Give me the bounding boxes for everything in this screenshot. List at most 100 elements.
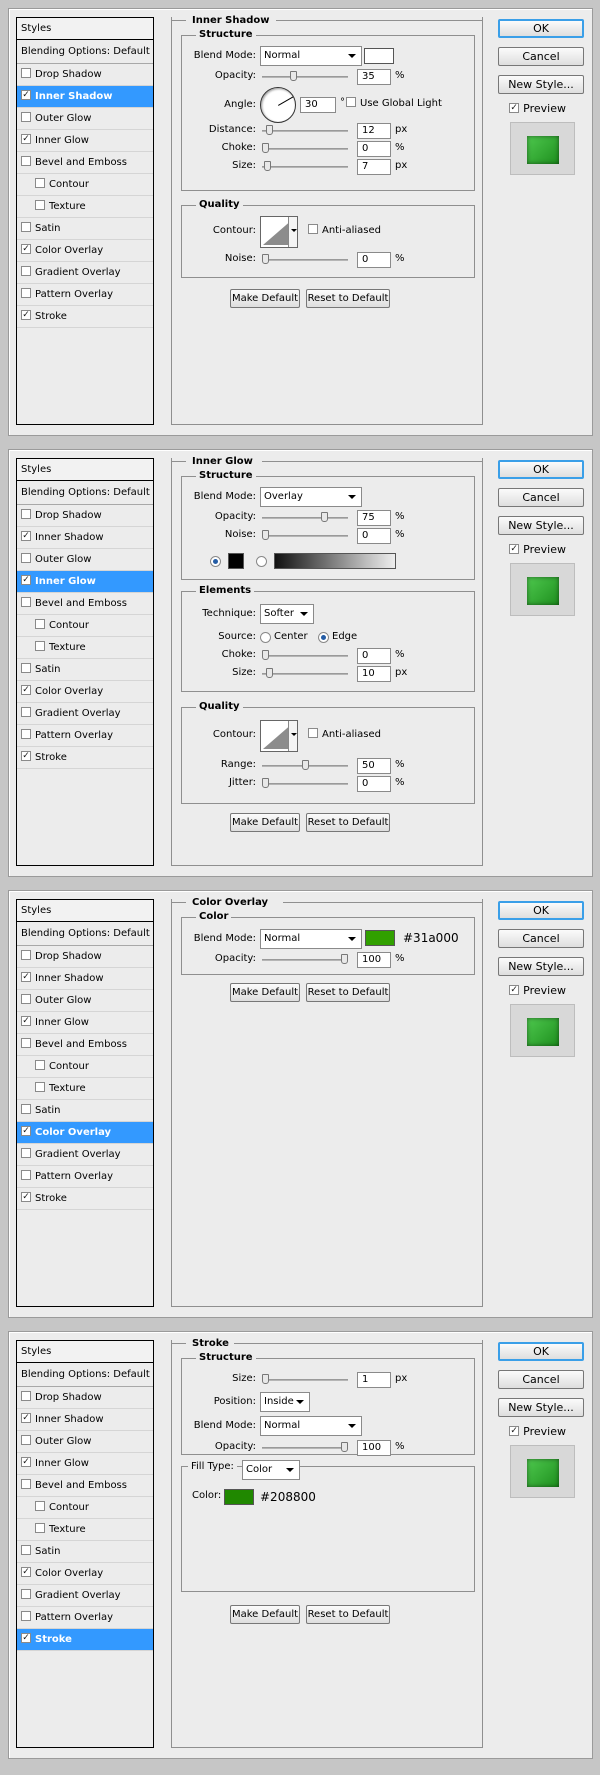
- checkbox[interactable]: [21, 597, 31, 607]
- checkbox[interactable]: [21, 68, 31, 78]
- sidebar-item-inner-shadow[interactable]: ✓ Inner Shadow: [17, 86, 153, 108]
- opacity-slider[interactable]: [262, 1442, 348, 1452]
- sidebar-item-inner-shadow[interactable]: ✓ Inner Shadow: [17, 1409, 153, 1431]
- choke-field[interactable]: 0: [357, 141, 391, 157]
- sidebar-item-color-overlay[interactable]: ✓ Color Overlay: [17, 1563, 153, 1585]
- slider-thumb[interactable]: [341, 954, 348, 964]
- styles-header[interactable]: Styles: [17, 900, 153, 922]
- make-default-button[interactable]: Make Default: [230, 289, 300, 308]
- styles-header[interactable]: Styles: [17, 459, 153, 481]
- sidebar-item-outer-glow[interactable]: Outer Glow: [17, 549, 153, 571]
- sidebar-item-outer-glow[interactable]: Outer Glow: [17, 108, 153, 130]
- opacity-field[interactable]: 100: [357, 952, 391, 968]
- sidebar-item-stroke[interactable]: ✓ Stroke: [17, 306, 153, 328]
- size-field[interactable]: 7: [357, 159, 391, 175]
- checkbox[interactable]: [346, 97, 356, 107]
- slider-thumb[interactable]: [262, 650, 269, 660]
- sidebar-item-satin[interactable]: Satin: [17, 659, 153, 681]
- anti-aliased[interactable]: Anti-aliased: [308, 728, 381, 742]
- checkbox[interactable]: [35, 178, 45, 188]
- use-global-light[interactable]: Use Global Light: [346, 97, 442, 111]
- preview-toggle[interactable]: ✓ Preview: [509, 984, 566, 998]
- preview-toggle[interactable]: ✓ Preview: [509, 543, 566, 557]
- checkbox[interactable]: [35, 619, 45, 629]
- sidebar-item-inner-glow[interactable]: ✓ Inner Glow: [17, 1012, 153, 1034]
- blend-mode-select[interactable]: Normal: [260, 1416, 362, 1436]
- checkbox[interactable]: ✓: [21, 1567, 31, 1577]
- sidebar-item-satin[interactable]: Satin: [17, 1541, 153, 1563]
- sidebar-item-color-overlay[interactable]: ✓ Color Overlay: [17, 681, 153, 703]
- sidebar-item-drop-shadow[interactable]: Drop Shadow: [17, 1387, 153, 1409]
- new-style-button[interactable]: New Style...: [498, 75, 584, 94]
- slider-thumb[interactable]: [341, 1442, 348, 1452]
- sidebar-item-drop-shadow[interactable]: Drop Shadow: [17, 946, 153, 968]
- noise-slider[interactable]: [262, 254, 348, 264]
- checkbox[interactable]: [35, 1523, 45, 1533]
- new-style-button[interactable]: New Style...: [498, 957, 584, 976]
- sidebar-item-drop-shadow[interactable]: Drop Shadow: [17, 505, 153, 527]
- checkbox[interactable]: [21, 288, 31, 298]
- checkbox[interactable]: ✓: [21, 1413, 31, 1423]
- checkbox[interactable]: [35, 1082, 45, 1092]
- sidebar-item-inner-glow[interactable]: ✓ Inner Glow: [17, 1453, 153, 1475]
- choke-field[interactable]: 0: [357, 648, 391, 664]
- reset-default-button[interactable]: Reset to Default: [306, 1605, 390, 1624]
- preview-toggle[interactable]: ✓ Preview: [509, 1425, 566, 1439]
- checkbox[interactable]: [21, 509, 31, 519]
- checkbox[interactable]: [21, 1170, 31, 1180]
- slider-thumb[interactable]: [321, 512, 328, 522]
- checkbox[interactable]: [308, 224, 318, 234]
- slider-thumb[interactable]: [266, 668, 273, 678]
- checkbox[interactable]: [35, 1501, 45, 1511]
- opacity-slider[interactable]: [262, 512, 348, 522]
- checkbox[interactable]: ✓: [21, 1126, 31, 1136]
- new-style-button[interactable]: New Style...: [498, 1398, 584, 1417]
- sidebar-item-contour[interactable]: Contour: [17, 1497, 153, 1519]
- reset-default-button[interactable]: Reset to Default: [306, 983, 390, 1002]
- sidebar-item-bevel-and-emboss[interactable]: Bevel and Emboss: [17, 1034, 153, 1056]
- checkbox[interactable]: [21, 1104, 31, 1114]
- noise-slider[interactable]: [262, 530, 348, 540]
- sidebar-item-texture[interactable]: Texture: [17, 1519, 153, 1541]
- opacity-field[interactable]: 75: [357, 510, 391, 526]
- sidebar-item-stroke[interactable]: ✓ Stroke: [17, 1629, 153, 1651]
- sidebar-item-satin[interactable]: Satin: [17, 218, 153, 240]
- angle-dial[interactable]: [260, 87, 296, 123]
- overlay-color-swatch[interactable]: [365, 930, 395, 946]
- checkbox[interactable]: ✓: [21, 972, 31, 982]
- checkbox[interactable]: [21, 950, 31, 960]
- checkbox[interactable]: [21, 1589, 31, 1599]
- slider-thumb[interactable]: [262, 530, 269, 540]
- sidebar-item-satin[interactable]: Satin: [17, 1100, 153, 1122]
- range-field[interactable]: 50: [357, 758, 391, 774]
- make-default-button[interactable]: Make Default: [230, 983, 300, 1002]
- checkbox[interactable]: [35, 200, 45, 210]
- jitter-field[interactable]: 0: [357, 776, 391, 792]
- styles-header[interactable]: Styles: [17, 18, 153, 40]
- sidebar-item-pattern-overlay[interactable]: Pattern Overlay: [17, 1166, 153, 1188]
- sidebar-item-color-overlay[interactable]: ✓ Color Overlay: [17, 1122, 153, 1144]
- sidebar-item-outer-glow[interactable]: Outer Glow: [17, 1431, 153, 1453]
- cancel-button[interactable]: Cancel: [498, 1370, 584, 1389]
- sidebar-item-stroke[interactable]: ✓ Stroke: [17, 1188, 153, 1210]
- preview-toggle[interactable]: ✓ Preview: [509, 102, 566, 116]
- checkbox[interactable]: [21, 553, 31, 563]
- sidebar-item-contour[interactable]: Contour: [17, 1056, 153, 1078]
- checkbox[interactable]: ✓: [21, 575, 31, 585]
- size-slider[interactable]: [262, 668, 348, 678]
- checkbox[interactable]: [308, 728, 318, 738]
- slider-thumb[interactable]: [262, 254, 269, 264]
- checkbox[interactable]: [21, 1148, 31, 1158]
- choke-slider[interactable]: [262, 650, 348, 660]
- fill-type-select[interactable]: Color: [242, 1460, 300, 1480]
- checkbox[interactable]: ✓: [21, 1192, 31, 1202]
- sidebar-item-inner-shadow[interactable]: ✓ Inner Shadow: [17, 527, 153, 549]
- sidebar-item-contour[interactable]: Contour: [17, 615, 153, 637]
- sidebar-item-pattern-overlay[interactable]: Pattern Overlay: [17, 1607, 153, 1629]
- blending-options-item[interactable]: Blending Options: Default: [17, 40, 153, 64]
- checkbox[interactable]: [21, 729, 31, 739]
- glow-gradient-picker[interactable]: [274, 553, 396, 569]
- blending-options-item[interactable]: Blending Options: Default: [17, 922, 153, 946]
- checkbox[interactable]: [35, 641, 45, 651]
- stroke-color-swatch[interactable]: [224, 1489, 254, 1505]
